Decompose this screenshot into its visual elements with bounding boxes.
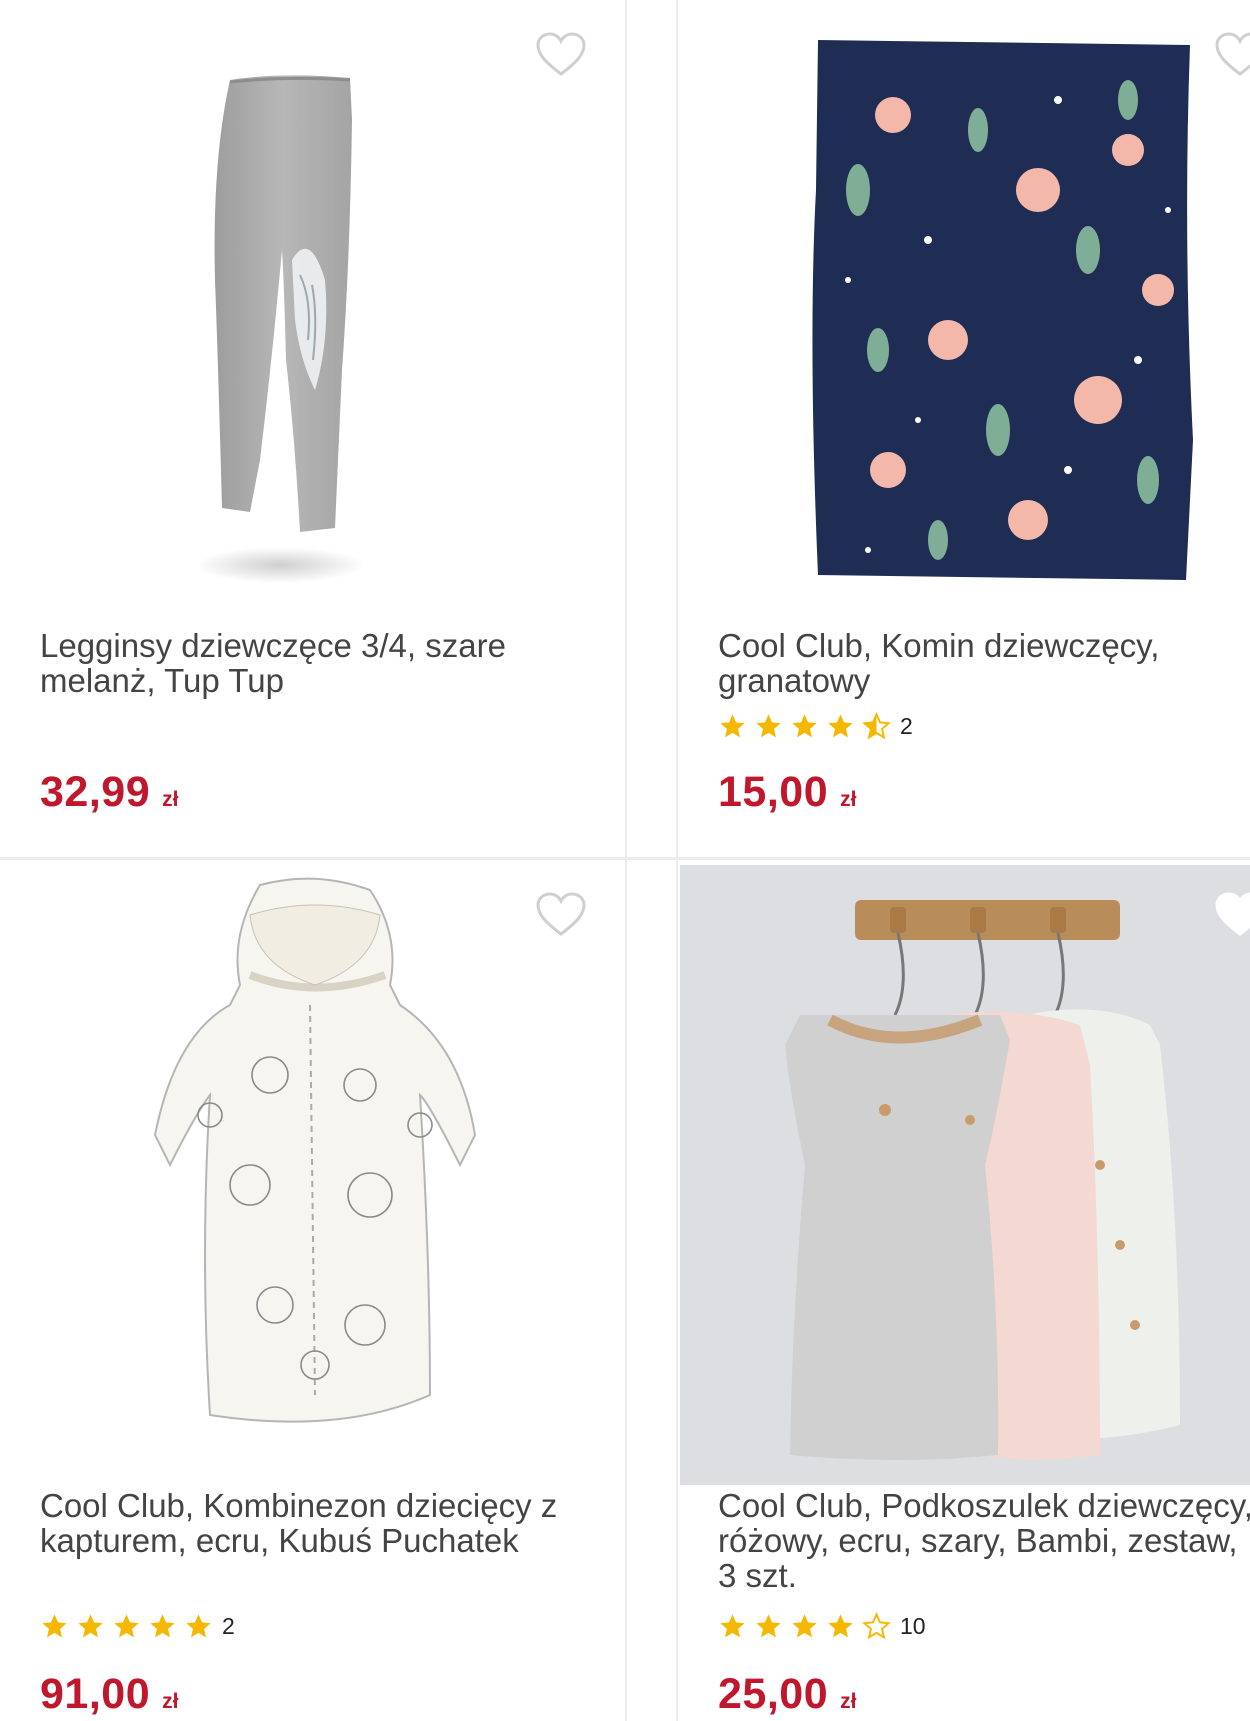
product-rating: 2: [718, 712, 913, 741]
favorite-heart-icon[interactable]: [535, 32, 587, 78]
star-icon: [114, 1614, 139, 1638]
star-empty-icon: [862, 1612, 891, 1640]
review-count: 2: [222, 1613, 235, 1639]
product-title[interactable]: Cool Club, Kombinezon dziecięcy z kaptur…: [40, 1488, 580, 1558]
star-icon: [42, 1614, 67, 1638]
star-icon: [828, 714, 853, 738]
star-icon: [756, 714, 781, 738]
product-card[interactable]: Cool Club, Komin dziewczęcy, granatowy 2…: [678, 0, 1250, 857]
star-icon: [150, 1614, 175, 1638]
star-icon: [720, 714, 745, 738]
product-rating: 2: [40, 1612, 235, 1641]
product-image[interactable]: [680, 865, 1250, 1485]
price-currency: zł: [840, 1690, 857, 1713]
price-currency: zł: [162, 788, 179, 811]
price-currency: zł: [162, 1690, 179, 1713]
star-half-icon: [862, 712, 891, 740]
product-price: 15,00 zł: [718, 768, 856, 817]
product-price: 32,99 zł: [40, 768, 178, 817]
star-icon: [828, 1614, 853, 1638]
star-icon: [792, 714, 817, 738]
star-icon: [720, 1614, 745, 1638]
favorite-heart-icon[interactable]: [535, 892, 587, 938]
price-amount: 15,00: [718, 768, 829, 816]
row-divider: [0, 857, 1250, 860]
price-currency: zł: [840, 788, 857, 811]
price-amount: 32,99: [40, 768, 151, 816]
product-title[interactable]: Cool Club, Komin dziewczęcy, granatowy: [718, 628, 1250, 698]
favorite-heart-icon[interactable]: [1214, 892, 1250, 938]
product-image[interactable]: [100, 875, 530, 1435]
product-image[interactable]: [200, 60, 430, 590]
favorite-heart-icon[interactable]: [1214, 32, 1250, 78]
product-card[interactable]: Legginsy dziewczęce 3/4, szare melanż, T…: [0, 0, 625, 857]
price-amount: 91,00: [40, 1670, 151, 1718]
column-divider: [625, 0, 678, 1721]
review-count: 10: [900, 1613, 926, 1639]
star-icon: [186, 1614, 211, 1638]
product-image[interactable]: [798, 40, 1198, 580]
price-amount: 25,00: [718, 1670, 829, 1718]
product-price: 91,00 zł: [40, 1670, 178, 1719]
product-card[interactable]: Cool Club, Podkoszulek dziewczęcy, różow…: [678, 860, 1250, 1721]
review-count: 2: [900, 713, 913, 739]
product-price: 25,00 zł: [718, 1670, 856, 1719]
product-rating: 10: [718, 1612, 926, 1641]
star-icon: [792, 1614, 817, 1638]
product-title[interactable]: Cool Club, Podkoszulek dziewczęcy, różow…: [718, 1488, 1250, 1593]
star-icon: [756, 1614, 781, 1638]
star-icon: [78, 1614, 103, 1638]
product-card[interactable]: Cool Club, Kombinezon dziecięcy z kaptur…: [0, 860, 625, 1721]
product-grid: Legginsy dziewczęce 3/4, szare melanż, T…: [0, 0, 1250, 1721]
product-title[interactable]: Legginsy dziewczęce 3/4, szare melanż, T…: [40, 628, 580, 698]
